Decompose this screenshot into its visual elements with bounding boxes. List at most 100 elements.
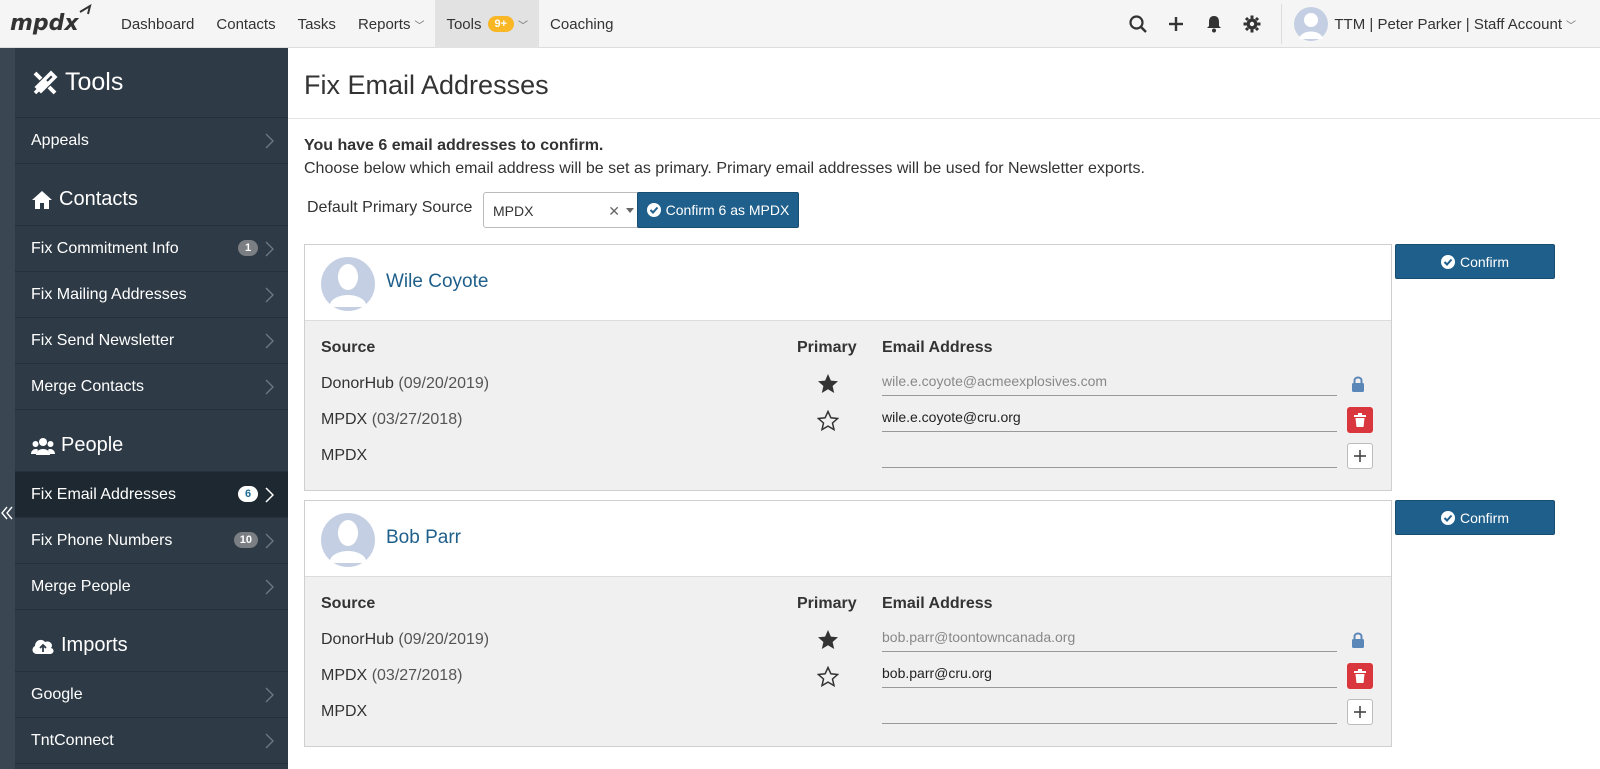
- confirm-all-button[interactable]: Confirm 6 as MPDX: [637, 192, 799, 228]
- plus-icon[interactable]: [1157, 0, 1195, 48]
- add-email-button[interactable]: [1347, 443, 1373, 469]
- email-source: MPDX: [321, 447, 367, 465]
- source-column-header: Source: [321, 339, 376, 356]
- sidebar-item-fix-commitment-info[interactable]: Fix Commitment Info 1: [15, 226, 288, 272]
- plus-icon: [1354, 450, 1366, 462]
- new-email-input[interactable]: [882, 440, 1337, 468]
- sidebar-item-tntconnect[interactable]: TntConnect: [15, 718, 288, 764]
- sidebar-item-label: Fix Mailing Addresses: [31, 285, 187, 303]
- sidebar-item-appeals[interactable]: Appeals: [15, 118, 288, 164]
- sidebar-title-label: Tools: [65, 68, 124, 96]
- default-source-label: Default Primary Source: [307, 199, 473, 216]
- source-column-header: Source: [321, 595, 376, 612]
- nav-tasks[interactable]: Tasks: [287, 0, 347, 48]
- count-badge: 10: [233, 532, 258, 548]
- sidebar-item-fix-mailing-addresses[interactable]: Fix Mailing Addresses: [15, 272, 288, 318]
- confirm-button[interactable]: Confirm: [1395, 500, 1555, 535]
- source-date: (03/27/2018): [371, 667, 463, 684]
- sidebar-section-people: People: [15, 410, 288, 472]
- page-title: Fix Email Addresses: [304, 70, 549, 100]
- default-source-value: MPDX: [493, 203, 534, 219]
- source-name: MPDX: [321, 411, 368, 428]
- chevron-right-icon: [265, 379, 274, 395]
- check-circle-icon: [646, 203, 661, 217]
- person-name-link[interactable]: Bob Parr: [386, 527, 461, 549]
- nav-tools[interactable]: Tools 9+ ﹀: [435, 0, 540, 48]
- new-email-input[interactable]: [882, 696, 1337, 724]
- check-circle-icon: [1440, 254, 1455, 269]
- star-filled-icon[interactable]: [817, 373, 839, 395]
- person-card-header: Wile Coyote: [305, 245, 1391, 321]
- star-filled-icon[interactable]: [817, 629, 839, 651]
- nav-reports[interactable]: Reports ﹀: [347, 0, 436, 48]
- email-field: wile.e.coyote@acmeexplosives.com: [882, 368, 1337, 396]
- email-source: DonorHub (09/20/2019): [321, 375, 489, 393]
- nav-reports-label: Reports: [357, 15, 411, 33]
- sidebar-section-imports: Imports: [15, 610, 288, 672]
- email-source: MPDX (03/27/2018): [321, 667, 462, 685]
- sidebar-item-label: Google: [31, 685, 83, 703]
- add-email-button[interactable]: [1347, 699, 1373, 725]
- sidebar-item-merge-contacts[interactable]: Merge Contacts: [15, 364, 288, 410]
- chevron-right-icon: [265, 241, 274, 257]
- sidebar-collapse-toggle[interactable]: [0, 48, 15, 769]
- email-input[interactable]: bob.parr@cru.org: [882, 660, 1337, 688]
- svg-text:mpdx: mpdx: [10, 11, 79, 36]
- chevron-right-icon: [265, 287, 274, 303]
- chevron-down-icon: ﹀: [414, 20, 425, 32]
- nav-coaching-label: Coaching: [550, 15, 614, 33]
- lock-icon: [1352, 632, 1364, 648]
- sidebar-item-fix-phone-numbers[interactable]: Fix Phone Numbers 10: [15, 518, 288, 564]
- sidebar-item-fix-email-addresses[interactable]: Fix Email Addresses 6: [15, 472, 288, 518]
- confirm-button[interactable]: Confirm: [1395, 244, 1555, 279]
- delete-email-button[interactable]: [1347, 407, 1373, 433]
- dropdown-arrow-icon: [626, 208, 634, 213]
- sidebar-title: Tools: [15, 48, 288, 118]
- nav-dashboard[interactable]: Dashboard: [110, 0, 205, 48]
- sidebar-item-label: Merge Contacts: [31, 377, 144, 395]
- sidebar-section-label: Contacts: [59, 188, 138, 210]
- confirm-label: Confirm: [1459, 509, 1509, 526]
- tools-count-badge: 9+: [487, 16, 515, 32]
- gear-icon[interactable]: [1233, 0, 1271, 48]
- chevron-right-icon: [265, 133, 274, 149]
- sidebar-item-merge-people[interactable]: Merge People: [15, 564, 288, 610]
- chevron-right-icon: [265, 333, 274, 349]
- star-outline-icon[interactable]: [817, 666, 839, 688]
- lock-icon: [1352, 376, 1364, 392]
- primary-column-header: Primary: [797, 595, 857, 612]
- delete-email-button[interactable]: [1347, 663, 1373, 689]
- source-name: MPDX: [321, 667, 368, 684]
- confirm-label: Confirm: [1459, 253, 1509, 270]
- person-name-link[interactable]: Wile Coyote: [386, 271, 488, 293]
- bell-icon[interactable]: [1195, 0, 1233, 48]
- nav-tasks-label: Tasks: [297, 15, 336, 33]
- chevron-right-icon: [265, 533, 274, 549]
- people-icon: [31, 437, 55, 455]
- person-card: Bob Parr Source Primary Email Address Do…: [304, 500, 1392, 747]
- sidebar-item-label: Appeals: [31, 131, 89, 149]
- email-input[interactable]: wile.e.coyote@cru.org: [882, 404, 1337, 432]
- count-badge: 6: [238, 486, 258, 502]
- nav-contacts[interactable]: Contacts: [205, 0, 286, 48]
- check-circle-icon: [1440, 510, 1455, 525]
- sidebar-item-label: TntConnect: [31, 731, 114, 749]
- person-card-header: Bob Parr: [305, 501, 1391, 577]
- search-icon[interactable]: [1119, 0, 1157, 48]
- star-outline-icon[interactable]: [817, 410, 839, 432]
- double-chevron-left-icon: [1, 506, 13, 520]
- sidebar-item-label: Fix Send Newsletter: [31, 331, 175, 349]
- default-source-select[interactable]: MPDX ✕: [483, 192, 643, 228]
- clear-icon[interactable]: ✕: [608, 193, 620, 229]
- mpdx-logo[interactable]: mpdx: [10, 4, 98, 40]
- nav-coaching[interactable]: Coaching: [539, 0, 624, 48]
- chevron-down-icon: ﹀: [518, 20, 529, 32]
- sidebar-item-fix-send-newsletter[interactable]: Fix Send Newsletter: [15, 318, 288, 364]
- sidebar-item-google[interactable]: Google: [15, 672, 288, 718]
- account-menu[interactable]: TTM | Peter Parker | Staff Account ﹀: [1294, 0, 1600, 48]
- count-badge: 1: [238, 240, 258, 256]
- sidebar-item-label: Fix Email Addresses: [31, 485, 176, 503]
- nav-tools-label: Tools: [446, 15, 482, 33]
- source-name: MPDX: [321, 447, 368, 464]
- sidebar-item-label: Fix Commitment Info: [31, 239, 179, 257]
